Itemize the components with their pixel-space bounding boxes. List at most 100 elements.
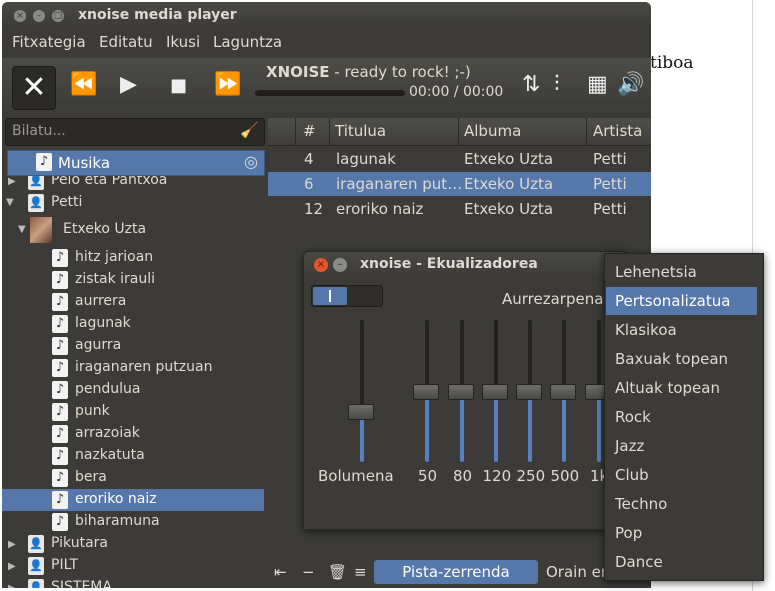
close-icon[interactable]: × (314, 258, 328, 272)
tree-track[interactable]: ♪ agurra (2, 335, 264, 357)
collapse-arrow-icon[interactable]: ▼ (18, 224, 26, 235)
tree-label: bera (75, 469, 107, 485)
search-input[interactable]: Bilatu... 🧹 (5, 118, 265, 146)
trash-icon[interactable]: 🗑 (328, 563, 347, 581)
slider-fill (597, 398, 601, 462)
table-row-selected[interactable]: 6 iraganaren put… Etxeko Uzta Petti (268, 172, 651, 196)
tree-track[interactable]: ♪ bera (2, 467, 264, 489)
column-divider (295, 118, 296, 145)
scroll-to-current-icon[interactable]: ⇤ (274, 563, 287, 581)
expand-arrow-icon[interactable]: ▶ (8, 561, 16, 572)
preset-option-label: Pertsonalizatua (615, 292, 731, 310)
tree-track[interactable]: ♪ aurrera (2, 291, 264, 313)
tree-label: lagunak (75, 315, 131, 331)
menu-editatu[interactable]: Editatu (99, 33, 153, 51)
slider-fill (494, 398, 498, 462)
progress-bar[interactable] (255, 90, 405, 96)
music-note-icon: ♪ (52, 337, 68, 355)
library-options-icon[interactable]: ◎ (244, 152, 258, 171)
menu-fitxategia[interactable]: Fitxategia (12, 33, 86, 51)
slider-handle[interactable] (482, 384, 508, 400)
preset-option[interactable]: Rock (606, 403, 757, 431)
maximize-icon[interactable]: □ (52, 10, 64, 22)
table-row[interactable]: 4 lagunak Etxeko Uzta Petti (268, 147, 651, 171)
stop-icon[interactable]: ■ (170, 75, 187, 96)
tree-track[interactable]: ♪ biharamuna (2, 511, 264, 533)
slider-fill (425, 398, 429, 462)
slider-handle[interactable] (550, 384, 576, 400)
titlebar: × – □ xnoise media player (2, 2, 651, 30)
tree-track[interactable]: ♪ punk (2, 401, 264, 423)
tree-track-selected[interactable]: ♪ eroriko naiz (2, 489, 264, 511)
slider-handle[interactable] (413, 384, 439, 400)
equalizer-icon[interactable]: ⫶ (554, 72, 560, 97)
close-icon[interactable]: × (14, 10, 26, 22)
remove-icon[interactable]: − (302, 563, 315, 581)
time-readout: 00:00 / 00:00 (409, 84, 504, 100)
tree-album[interactable]: ▼ Etxeko Uzta (2, 217, 264, 243)
preset-option[interactable]: Baxuak topean (606, 345, 757, 373)
preset-option[interactable]: Pertsonalizatua (606, 287, 757, 315)
clear-search-icon[interactable]: 🧹 (240, 121, 259, 139)
preset-option[interactable]: Jazz (606, 432, 757, 460)
tree-artist[interactable]: ▶ 👤 Pelo eta Pantxoa (2, 176, 264, 192)
slider-handle[interactable] (448, 384, 474, 400)
preset-option[interactable]: Lehenetsia (606, 258, 757, 286)
slider-handle[interactable] (516, 384, 542, 400)
preset-label: Aurrezarpena: (502, 290, 609, 308)
menu-icon[interactable]: ≡ (354, 563, 367, 581)
tree-artist[interactable]: ▶ 👤 PILT (2, 555, 264, 577)
previous-icon[interactable]: ⏪ (70, 72, 97, 97)
tree-track[interactable]: ♪ iraganaren putzuan (2, 357, 264, 379)
minimize-icon[interactable]: – (333, 258, 347, 272)
library-root[interactable]: ♪ Musika ◎ (7, 150, 265, 176)
tree-track[interactable]: ♪ zistak irauli (2, 269, 264, 291)
preset-option[interactable]: Klasikoa (606, 316, 757, 344)
volume-icon[interactable]: 🔊 (617, 72, 644, 97)
tree-track[interactable]: ♪ nazkatuta (2, 445, 264, 467)
tree-artist[interactable]: ▶ 👤 SISTEMA (2, 577, 264, 588)
cell-number: 12 (304, 200, 324, 218)
album-cover-icon (30, 217, 52, 243)
equalizer-toggle[interactable] (311, 285, 383, 307)
preset-option-label: Altuak topean (615, 379, 720, 397)
play-icon[interactable]: ▶ (120, 72, 137, 97)
bottom-bar: ⇤ − 🗑 ≡ Pista-zerrenda Orain en (268, 558, 651, 588)
column-header-title[interactable]: Titulua (335, 122, 386, 140)
tree-track[interactable]: ♪ lagunak (2, 313, 264, 335)
menu-laguntza[interactable]: Laguntza (213, 33, 282, 51)
tree-track[interactable]: ♪ pendulua (2, 379, 264, 401)
tree-artist[interactable]: ▶ 👤 Pikutara (2, 533, 264, 555)
minimize-icon[interactable]: – (33, 10, 45, 22)
sort-icon[interactable]: ⇅ (522, 72, 540, 97)
preset-option[interactable]: Altuak topean (606, 374, 757, 402)
xnoise-logo-icon[interactable]: ✕ (12, 66, 56, 110)
column-header-number[interactable]: # (303, 122, 316, 140)
expand-arrow-icon[interactable]: ▶ (8, 539, 16, 550)
grid-icon[interactable]: ▦ (587, 72, 608, 97)
column-header-album[interactable]: Albuma (464, 122, 521, 140)
tab-now-playing[interactable]: Orain en (546, 563, 610, 581)
expand-arrow-icon[interactable]: ▶ (8, 583, 16, 588)
preset-option-label: Pop (615, 524, 643, 542)
table-row[interactable]: 12 eroriko naiz Etxeko Uzta Petti (268, 197, 651, 221)
tab-playlist[interactable]: Pista-zerrenda (374, 560, 538, 584)
preset-option[interactable]: Pop (606, 519, 757, 547)
library-root-label: Musika (58, 154, 111, 172)
preset-option[interactable]: Dance (606, 548, 757, 576)
artist-icon: 👤 (28, 194, 44, 212)
eq-band-label: 80 (453, 467, 473, 485)
preset-option[interactable]: Club (606, 461, 757, 489)
slider-handle[interactable] (348, 403, 374, 420)
next-icon[interactable]: ⏩ (214, 72, 241, 97)
preset-dropdown: Lehenetsia Pertsonalizatua Klasikoa Baxuak … (604, 253, 764, 581)
expand-arrow-icon[interactable]: ▶ (8, 176, 16, 187)
tree-track[interactable]: ♪ hitz jarioan (2, 247, 264, 269)
tree-label: biharamuna (75, 513, 160, 529)
menu-ikusi[interactable]: Ikusi (166, 33, 200, 51)
tree-track[interactable]: ♪ arrazoiak (2, 423, 264, 445)
column-header-artist[interactable]: Artista (593, 122, 642, 140)
tree-artist[interactable]: ▼ 👤 Petti (2, 192, 264, 214)
collapse-arrow-icon[interactable]: ▼ (6, 197, 14, 208)
preset-option[interactable]: Techno (606, 490, 757, 518)
